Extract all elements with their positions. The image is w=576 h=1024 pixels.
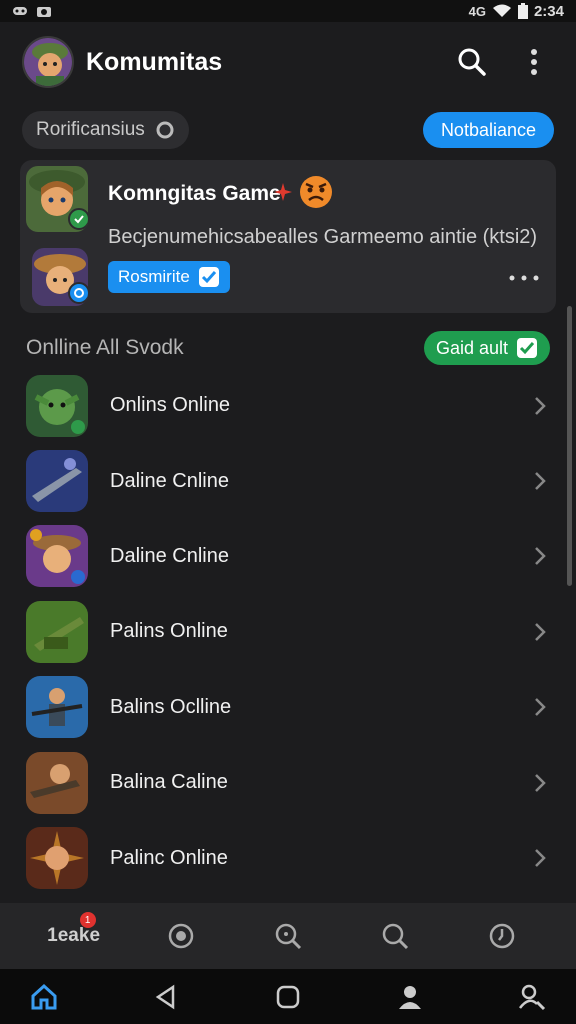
chevron-right-icon xyxy=(535,849,546,867)
primary-action-button[interactable]: Notbaliance xyxy=(422,112,554,148)
angry-face-icon xyxy=(300,176,332,208)
featured-description: Becjenumehicsabealles Garmeemo aintie (k… xyxy=(108,226,538,248)
wifi-icon xyxy=(492,4,511,17)
info-badge xyxy=(68,282,88,304)
bottom-tab-bar: 1eake 1 xyxy=(0,903,576,969)
tab-history[interactable] xyxy=(462,908,542,964)
tab-explore[interactable] xyxy=(141,908,221,964)
list-item[interactable]: Balina Caline xyxy=(0,745,576,820)
list-item[interactable]: Onlins Online xyxy=(0,368,576,443)
camera-icon xyxy=(37,7,51,17)
clock-time: 2:34 xyxy=(533,2,564,20)
featured-avatar-secondary xyxy=(32,248,88,306)
list-item-label: Balins Oclline xyxy=(110,695,232,718)
avatar-portrait-icon xyxy=(24,38,72,86)
chevron-right-icon xyxy=(535,547,546,566)
home-square-icon xyxy=(276,985,300,1008)
list-item-label: Onlins Online xyxy=(110,394,231,417)
profile-search-icon xyxy=(519,984,546,1010)
section-action-button[interactable]: Gaid ault xyxy=(423,331,550,365)
search-button[interactable] xyxy=(452,42,492,82)
nav-home-button[interactable] xyxy=(24,977,64,1017)
list-item[interactable]: Palinc Online xyxy=(0,820,576,895)
info-icon xyxy=(74,288,84,298)
search-icon xyxy=(458,48,486,76)
game-controller-icon xyxy=(13,7,27,15)
system-nav-bar xyxy=(0,969,576,1024)
list-item-label: Daline Cnline xyxy=(110,544,229,567)
rifle-icon xyxy=(26,450,88,513)
game-list: Onlins Online Daline Cnline Daline Cnlin… xyxy=(0,368,576,896)
tab-home[interactable]: 1eake 1 xyxy=(34,908,114,964)
status-bar: 4G 2:34 xyxy=(0,0,576,22)
battery-icon xyxy=(517,3,528,19)
nav-profile-button[interactable] xyxy=(390,977,430,1017)
chevron-right-icon xyxy=(535,472,546,490)
scrollbar[interactable] xyxy=(567,306,572,586)
soldier-icon xyxy=(26,676,88,739)
chevron-right-icon xyxy=(535,622,546,641)
featured-reactions xyxy=(272,174,334,210)
search-icon xyxy=(382,923,409,950)
signal-text: 4G xyxy=(468,3,486,19)
list-item[interactable]: Balins Oclline xyxy=(0,670,576,745)
section-title: Onlline All Svodk xyxy=(26,336,184,359)
home-icon xyxy=(31,983,57,1009)
ring-icon xyxy=(156,121,174,139)
section-action-label: Gaid ault xyxy=(435,337,508,358)
back-icon xyxy=(155,984,175,1009)
person-icon xyxy=(399,985,421,1009)
warrior-icon xyxy=(26,827,88,890)
more-vert-icon xyxy=(531,49,537,75)
chevron-right-icon xyxy=(535,396,546,415)
compass-icon xyxy=(168,923,194,949)
featured-action-button[interactable]: Rosmirite xyxy=(108,261,230,293)
featured-avatar-primary xyxy=(26,166,88,232)
nav-recents-button[interactable] xyxy=(268,977,308,1017)
list-item[interactable]: Daline Cnline xyxy=(0,519,576,594)
avatar[interactable] xyxy=(22,36,74,88)
page-title: Komumitas xyxy=(86,47,223,76)
tank-icon xyxy=(26,600,88,663)
filter-chip-label: Rorificansius xyxy=(36,119,145,140)
verified-badge xyxy=(68,208,88,230)
featured-more-button[interactable] xyxy=(506,268,542,288)
gunner-icon xyxy=(26,751,88,814)
list-item[interactable]: Daline Cnline xyxy=(0,443,576,518)
more-options-button[interactable] xyxy=(514,42,554,82)
check-icon xyxy=(74,215,84,224)
status-right: 4G 2:34 xyxy=(469,3,564,20)
chevron-right-icon xyxy=(535,698,546,717)
goblin-icon xyxy=(26,374,88,437)
chevron-right-icon xyxy=(535,773,546,792)
check-box-icon xyxy=(517,338,537,358)
tab-search[interactable] xyxy=(355,908,435,964)
primary-action-label: Notbaliance xyxy=(440,119,536,140)
list-item[interactable]: Palins Online xyxy=(0,594,576,669)
featured-card[interactable]: Komngitas Game Becjenumehicsabealles Gar… xyxy=(20,160,556,313)
featured-action-label: Rosmirite xyxy=(118,267,190,286)
notification-badge: 1 xyxy=(79,912,96,928)
chips-row: Rorificansius Notbaliance xyxy=(22,110,554,150)
more-horiz-icon xyxy=(509,275,539,281)
list-item-label: Balina Caline xyxy=(110,771,228,794)
app-header: Komumitas xyxy=(0,22,576,102)
list-item-label: Palinc Online xyxy=(110,846,228,869)
check-box-icon xyxy=(198,267,219,287)
nav-back-button[interactable] xyxy=(146,977,186,1017)
list-item-label: Palins Online xyxy=(110,620,228,643)
star-burst-icon xyxy=(274,183,292,201)
search-plus-icon xyxy=(275,923,302,950)
tab-zoom[interactable] xyxy=(248,908,328,964)
clock-icon xyxy=(490,923,515,949)
section-header: Onlline All Svodk Gaid ault xyxy=(26,330,550,366)
tab-home-label: 1eake xyxy=(47,925,101,946)
filter-chip[interactable]: Rorificansius xyxy=(22,111,189,149)
cowgirl-icon xyxy=(26,525,88,588)
nav-search-profile-button[interactable] xyxy=(512,977,552,1017)
status-left xyxy=(12,4,52,18)
featured-title: Komngitas Game xyxy=(108,182,281,205)
list-item-label: Daline Cnline xyxy=(110,469,229,492)
